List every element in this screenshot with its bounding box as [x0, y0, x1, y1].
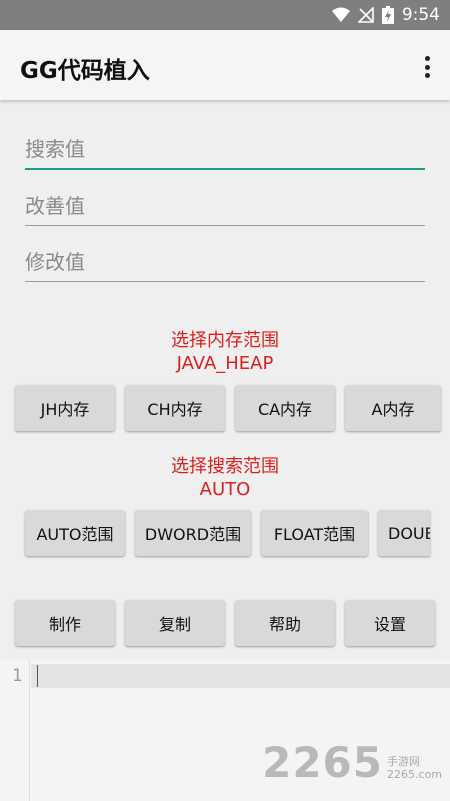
- current-line-highlight: [31, 664, 450, 688]
- battery-charging-icon: [381, 6, 394, 24]
- memory-range-heading: 选择内存范围: [171, 330, 279, 351]
- auto-range-button[interactable]: AUTO范围: [25, 510, 125, 556]
- jh-memory-button[interactable]: JH内存: [15, 385, 115, 431]
- status-bar: 9:54: [0, 0, 450, 30]
- line-gutter: 1: [0, 660, 30, 801]
- ca-memory-button[interactable]: CA内存: [235, 385, 335, 431]
- search-value-input[interactable]: [25, 130, 425, 170]
- text-caret: [37, 665, 38, 687]
- search-range-heading: 选择搜索范围: [171, 456, 279, 477]
- improve-value-input[interactable]: [25, 186, 425, 226]
- app-title: GG代码植入: [20, 58, 150, 84]
- app-bar: GG代码植入: [0, 30, 450, 100]
- status-time: 9:54: [401, 5, 440, 25]
- line-number: 1: [12, 666, 23, 686]
- watermark-brand: 2265: [262, 738, 384, 787]
- make-button[interactable]: 制作: [15, 600, 115, 646]
- ch-memory-button[interactable]: CH内存: [125, 385, 225, 431]
- double-range-button[interactable]: DOUB: [378, 510, 430, 556]
- memory-range-selected: JAVA_HEAP: [176, 353, 274, 374]
- site-watermark: 2265 手游网 2265.com: [262, 738, 442, 787]
- more-options-icon[interactable]: [420, 54, 434, 80]
- watermark-site: 手游网: [387, 755, 421, 768]
- modify-value-field-wrap: [25, 242, 425, 282]
- wifi-icon: [331, 7, 350, 23]
- search-range-selected: AUTO: [199, 479, 251, 500]
- improve-value-field-wrap: [25, 186, 425, 226]
- float-range-button[interactable]: FLOAT范围: [261, 510, 368, 556]
- dword-range-button[interactable]: DWORD范围: [135, 510, 251, 556]
- status-icons: 9:54: [331, 4, 440, 26]
- modify-value-input[interactable]: [25, 242, 425, 282]
- a-memory-button[interactable]: A内存: [345, 385, 441, 431]
- watermark-domain: 2265.com: [387, 768, 442, 781]
- settings-button[interactable]: 设置: [345, 600, 435, 646]
- watermark-text: 手游网 2265.com: [387, 755, 442, 781]
- no-signal-icon: [357, 7, 374, 23]
- copy-button[interactable]: 复制: [125, 600, 225, 646]
- help-button[interactable]: 帮助: [235, 600, 335, 646]
- search-value-field-wrap: [25, 130, 425, 170]
